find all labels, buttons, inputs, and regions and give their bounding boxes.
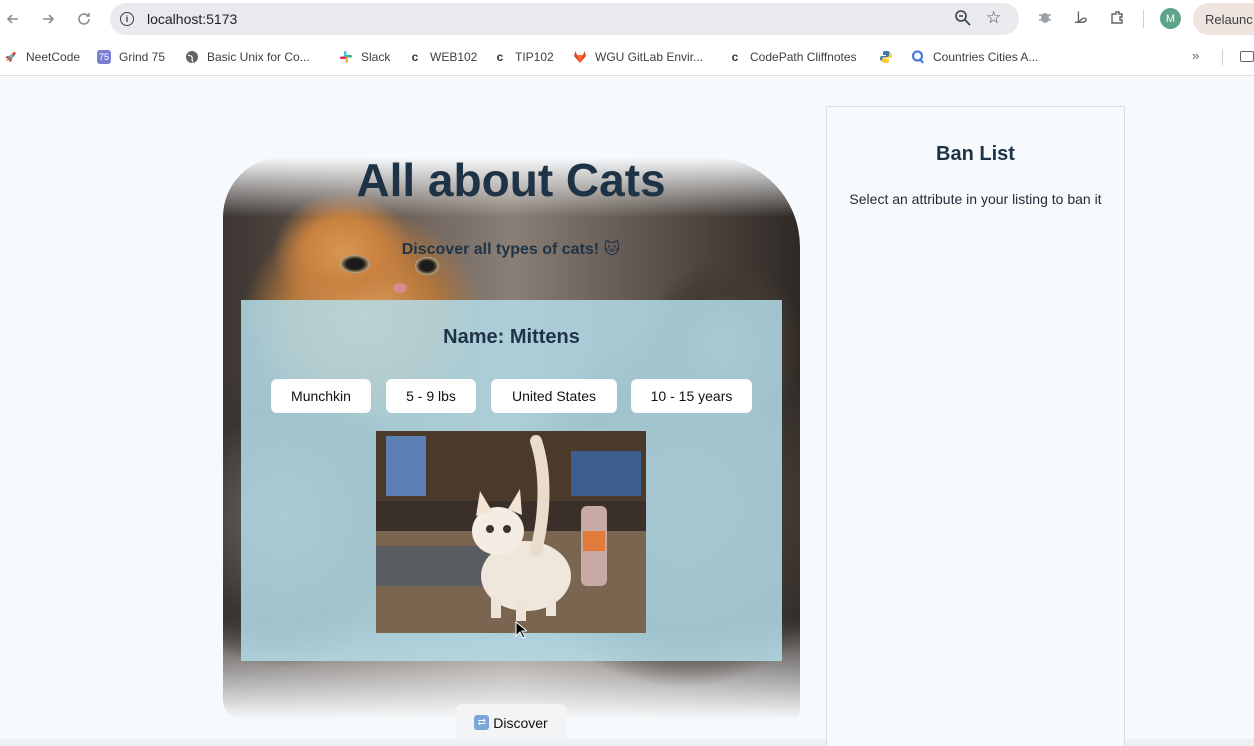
more-bookmarks-icon[interactable]: » xyxy=(1192,48,1199,63)
extensions-puzzle-icon[interactable] xyxy=(1109,9,1126,30)
bookmark-item[interactable]: Countries Cities A... xyxy=(911,49,1038,65)
ban-list-panel: Ban List Select an attribute in your lis… xyxy=(826,106,1125,746)
rocket-icon: 🚀 xyxy=(5,51,17,62)
codepath-icon: c xyxy=(496,50,504,64)
ban-list-description: Select an attribute in your listing to b… xyxy=(849,191,1102,207)
bookmarks-divider xyxy=(1222,49,1223,65)
mouse-cursor-icon xyxy=(515,620,529,644)
toolbar-divider xyxy=(1143,10,1144,28)
bug-extension-icon[interactable] xyxy=(1037,9,1053,29)
bookmarks-bar: 🚀 NeetCode 75 Grind 75 Basic Unix for Co… xyxy=(0,38,1254,76)
bookmark-item[interactable]: Basic Unix for Co... xyxy=(185,49,310,65)
kitten-nose xyxy=(393,283,407,293)
address-bar[interactable]: i localhost:5173 ☆ xyxy=(110,3,1019,35)
extension-arabic-icon[interactable]: ط xyxy=(1074,9,1088,27)
relaunch-button[interactable]: Relaunc xyxy=(1193,3,1254,35)
kitten-eye-right xyxy=(415,257,439,275)
codepath-icon: c xyxy=(411,50,419,64)
profile-avatar[interactable]: M xyxy=(1160,8,1181,29)
bookmark-item[interactable]: c WEB102 xyxy=(408,49,478,65)
reload-icon[interactable] xyxy=(73,8,95,30)
zoom-icon[interactable] xyxy=(954,9,972,32)
grind75-icon: 75 xyxy=(97,50,111,64)
bookmark-item[interactable]: WGU GitLab Envir... xyxy=(573,49,703,65)
globe-icon xyxy=(185,50,199,64)
bookmark-item[interactable] xyxy=(879,49,901,65)
bookmark-item[interactable]: 75 Grind 75 xyxy=(97,49,165,65)
forward-arrow-icon[interactable] xyxy=(37,8,59,30)
browser-toolbar: i localhost:5173 ☆ ط M Relaunc xyxy=(0,0,1254,38)
url-text[interactable]: localhost:5173 xyxy=(147,11,237,27)
page-viewport: All about Cats Discover all types of cat… xyxy=(0,77,1254,746)
shuffle-icon: ⇄ xyxy=(474,715,490,730)
bookmark-item[interactable]: 🚀 NeetCode xyxy=(4,49,80,65)
cat-card: Name: Mittens Munchkin 5 - 9 lbs United … xyxy=(241,300,782,661)
cat-name: Name: Mittens xyxy=(443,326,580,348)
search-app-icon xyxy=(911,50,925,64)
gitlab-icon xyxy=(573,50,587,64)
cat-photo xyxy=(376,431,646,633)
slack-icon xyxy=(339,50,353,64)
attribute-breed-button[interactable]: Munchkin xyxy=(271,379,371,413)
folder-icon[interactable] xyxy=(1240,51,1254,62)
bookmark-item[interactable]: Slack xyxy=(339,49,390,65)
codepath-icon: c xyxy=(731,50,739,64)
bookmark-item[interactable]: c CodePath Cliffnotes xyxy=(728,49,857,65)
site-info-icon[interactable]: i xyxy=(120,12,134,26)
bookmark-star-icon[interactable]: ☆ xyxy=(986,8,1001,28)
discover-button[interactable]: ⇄ Discover xyxy=(456,704,566,741)
python-icon xyxy=(879,50,893,64)
bookmark-item[interactable]: c TIP102 xyxy=(493,49,554,65)
back-arrow-icon[interactable] xyxy=(2,8,24,30)
ban-list-title: Ban List xyxy=(936,143,1015,165)
attribute-lifespan-button[interactable]: 10 - 15 years xyxy=(631,379,752,413)
attribute-weight-button[interactable]: 5 - 9 lbs xyxy=(386,379,476,413)
attribute-origin-button[interactable]: United States xyxy=(491,379,617,413)
